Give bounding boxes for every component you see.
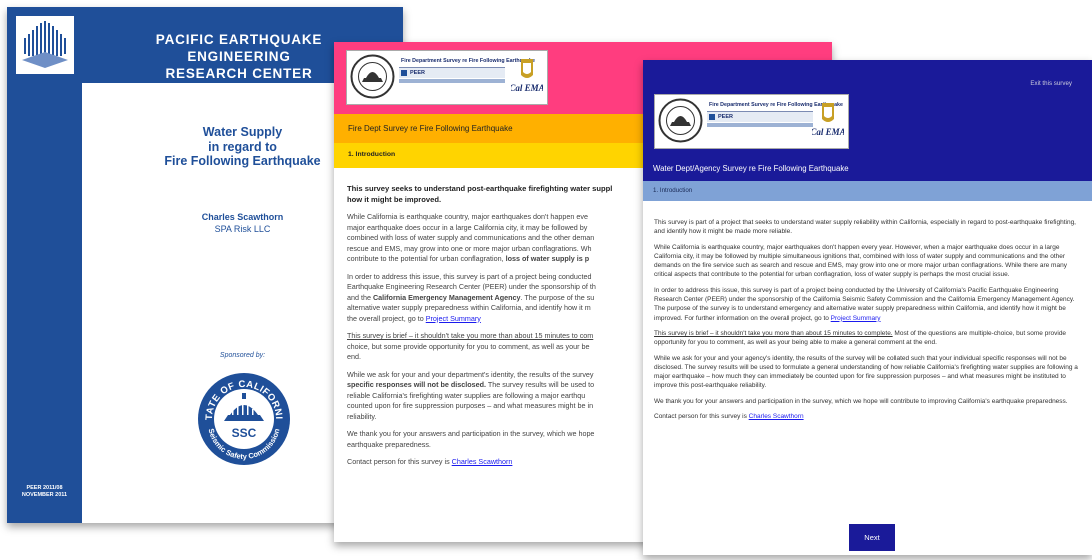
water-survey-logo-banner: Fire Department Survey re Fire Following… — [654, 94, 849, 149]
water-survey-title: Water Dept/Agency Survey re Fire Followi… — [643, 156, 1092, 181]
california-seal-icon — [350, 54, 395, 99]
report-number-block: PEER 2011/08 NOVEMBER 2011 — [7, 485, 82, 499]
water-survey-body: This survey is part of a project that se… — [654, 218, 1084, 427]
org-line-2: RESEARCH CENTER — [165, 66, 313, 81]
fire-survey-logo-banner: Fire Department Survey re Fire Following… — [346, 50, 548, 105]
water-intro-paragraph: This survey is part of a project that se… — [654, 219, 1076, 236]
report-number: PEER 2011/08 — [26, 485, 63, 491]
exit-survey-link[interactable]: Exit this survey — [1030, 80, 1072, 87]
cover-side-band — [7, 7, 82, 523]
author-name: Charles Scawthorn — [201, 212, 284, 222]
logo-strip — [399, 79, 505, 83]
logo-peer-label: PEER — [410, 70, 425, 76]
water-thanks-paragraph: We thank you for your answers and partic… — [654, 397, 1068, 405]
ssc-seal: STATE OF CALIFORNIA Seismic Safety Commi… — [192, 363, 292, 467]
cal-ema-label: Cal EMA — [511, 83, 543, 93]
water-project-paragraph: In order to address this issue, this sur… — [654, 286, 1075, 322]
contact-person-link[interactable]: Charles Scawthorn — [749, 413, 804, 420]
peer-mini-icon — [401, 70, 407, 76]
water-privacy-paragraph: While we ask for your and your agency's … — [654, 354, 1078, 390]
organization-name: PACIFIC EARTHQUAKE ENGINEERING RESEARCH … — [119, 31, 359, 82]
water-section-heading: 1. Introduction — [643, 181, 1092, 201]
logo-strip — [707, 123, 813, 127]
cal-ema-logo-icon: Cal EMA — [511, 59, 543, 93]
org-line-1: PACIFIC EARTHQUAKE ENGINEERING — [155, 32, 323, 64]
logo-peer-bar: PEER — [707, 111, 813, 122]
water-context-paragraph: While California is earthquake country, … — [654, 243, 1067, 279]
contact-person-link[interactable]: Charles Scawthorn — [452, 457, 513, 466]
next-button[interactable]: Next — [849, 524, 895, 551]
cal-ema-label: Cal EMA — [812, 127, 844, 137]
logo-peer-label: PEER — [718, 114, 733, 120]
water-contact-paragraph: Contact person for this survey is Charle… — [654, 413, 804, 421]
cal-ema-logo-icon: Cal EMA — [812, 103, 844, 137]
peer-mini-icon — [709, 114, 715, 120]
water-agency-survey-page: Exit this survey Fire Department Survey … — [643, 60, 1092, 555]
project-summary-link[interactable]: Project Summary — [426, 314, 481, 323]
peer-logo-icon — [16, 16, 74, 74]
project-summary-link[interactable]: Project Summary — [831, 315, 881, 322]
seal-center-text: SSC — [232, 426, 257, 440]
california-seal-icon — [658, 98, 703, 143]
logo-peer-bar: PEER — [399, 67, 505, 78]
water-duration-paragraph: This survey is brief – it shouldn't take… — [654, 329, 1067, 347]
report-date: NOVEMBER 2011 — [21, 492, 68, 498]
